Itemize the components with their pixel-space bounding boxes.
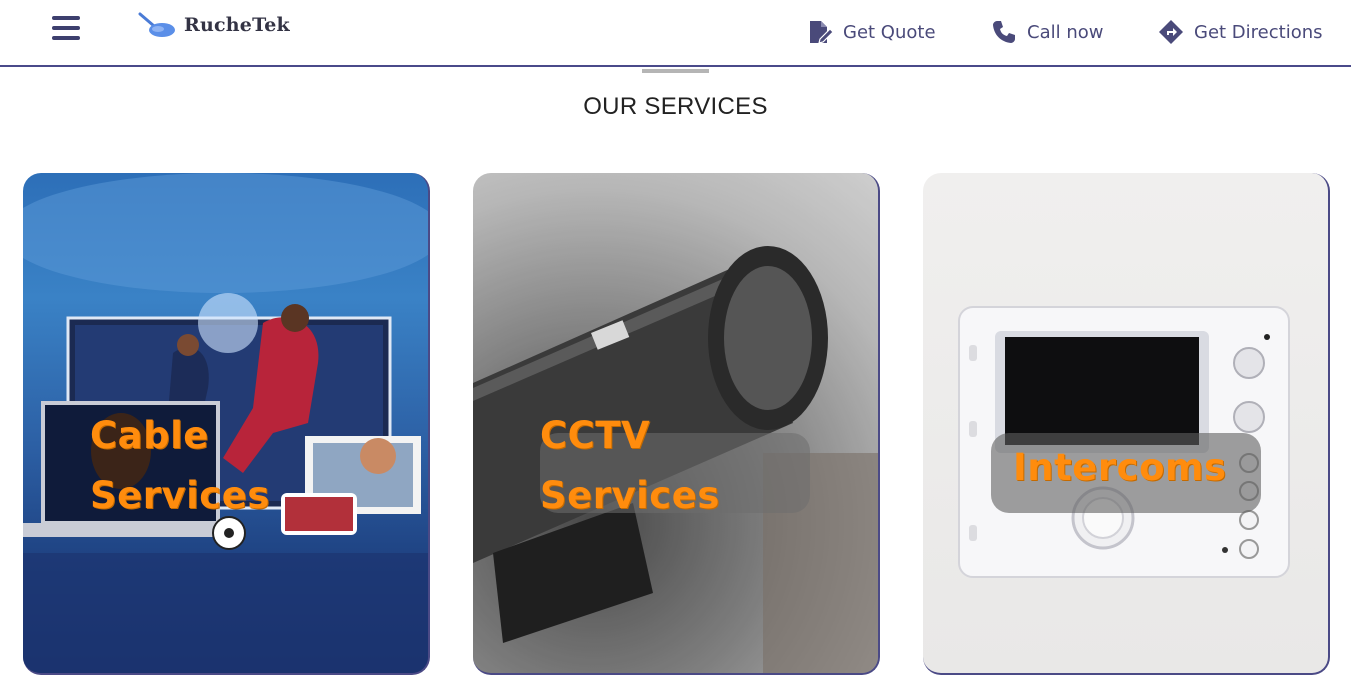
service-card-cable[interactable]: Cable Services <box>23 173 430 675</box>
get-quote-link[interactable]: Get Quote <box>807 18 936 46</box>
cable-services-label: Cable Services <box>90 406 330 526</box>
intercoms-label-line1: Intercoms <box>1013 446 1227 489</box>
cctv-label-line1: CCTV <box>540 414 651 457</box>
get-quote-label: Get Quote <box>843 21 936 43</box>
cctv-label-line2: Services <box>540 474 720 517</box>
service-card-cctv[interactable]: CCTV Services <box>473 173 880 675</box>
get-directions-link[interactable]: Get Directions <box>1158 18 1323 46</box>
phone-icon <box>993 21 1015 43</box>
call-now-link[interactable]: Call now <box>991 18 1103 46</box>
call-now-label: Call now <box>1027 21 1104 43</box>
intercom-device-illustration <box>958 306 1290 578</box>
hamburger-menu-icon[interactable] <box>52 16 80 44</box>
brand-name: RucheTek <box>184 14 290 36</box>
service-card-intercoms[interactable]: Intercoms <box>923 173 1330 675</box>
cable-label-line2: Services <box>90 474 270 517</box>
get-directions-label: Get Directions <box>1194 21 1323 43</box>
quote-document-icon <box>810 21 833 44</box>
directions-icon <box>1159 20 1183 44</box>
bee-logo-icon <box>138 12 175 37</box>
section-title: OUR SERVICES <box>583 93 768 120</box>
brand-logo[interactable]: RucheTek <box>138 10 290 40</box>
top-navbar: RucheTek Get Quote Call now Get Directio… <box>0 0 1351 67</box>
intercoms-label: Intercoms <box>1013 438 1273 498</box>
section-divider <box>642 69 709 73</box>
cable-label-line1: Cable <box>90 414 209 457</box>
cctv-services-label: CCTV Services <box>540 406 780 526</box>
